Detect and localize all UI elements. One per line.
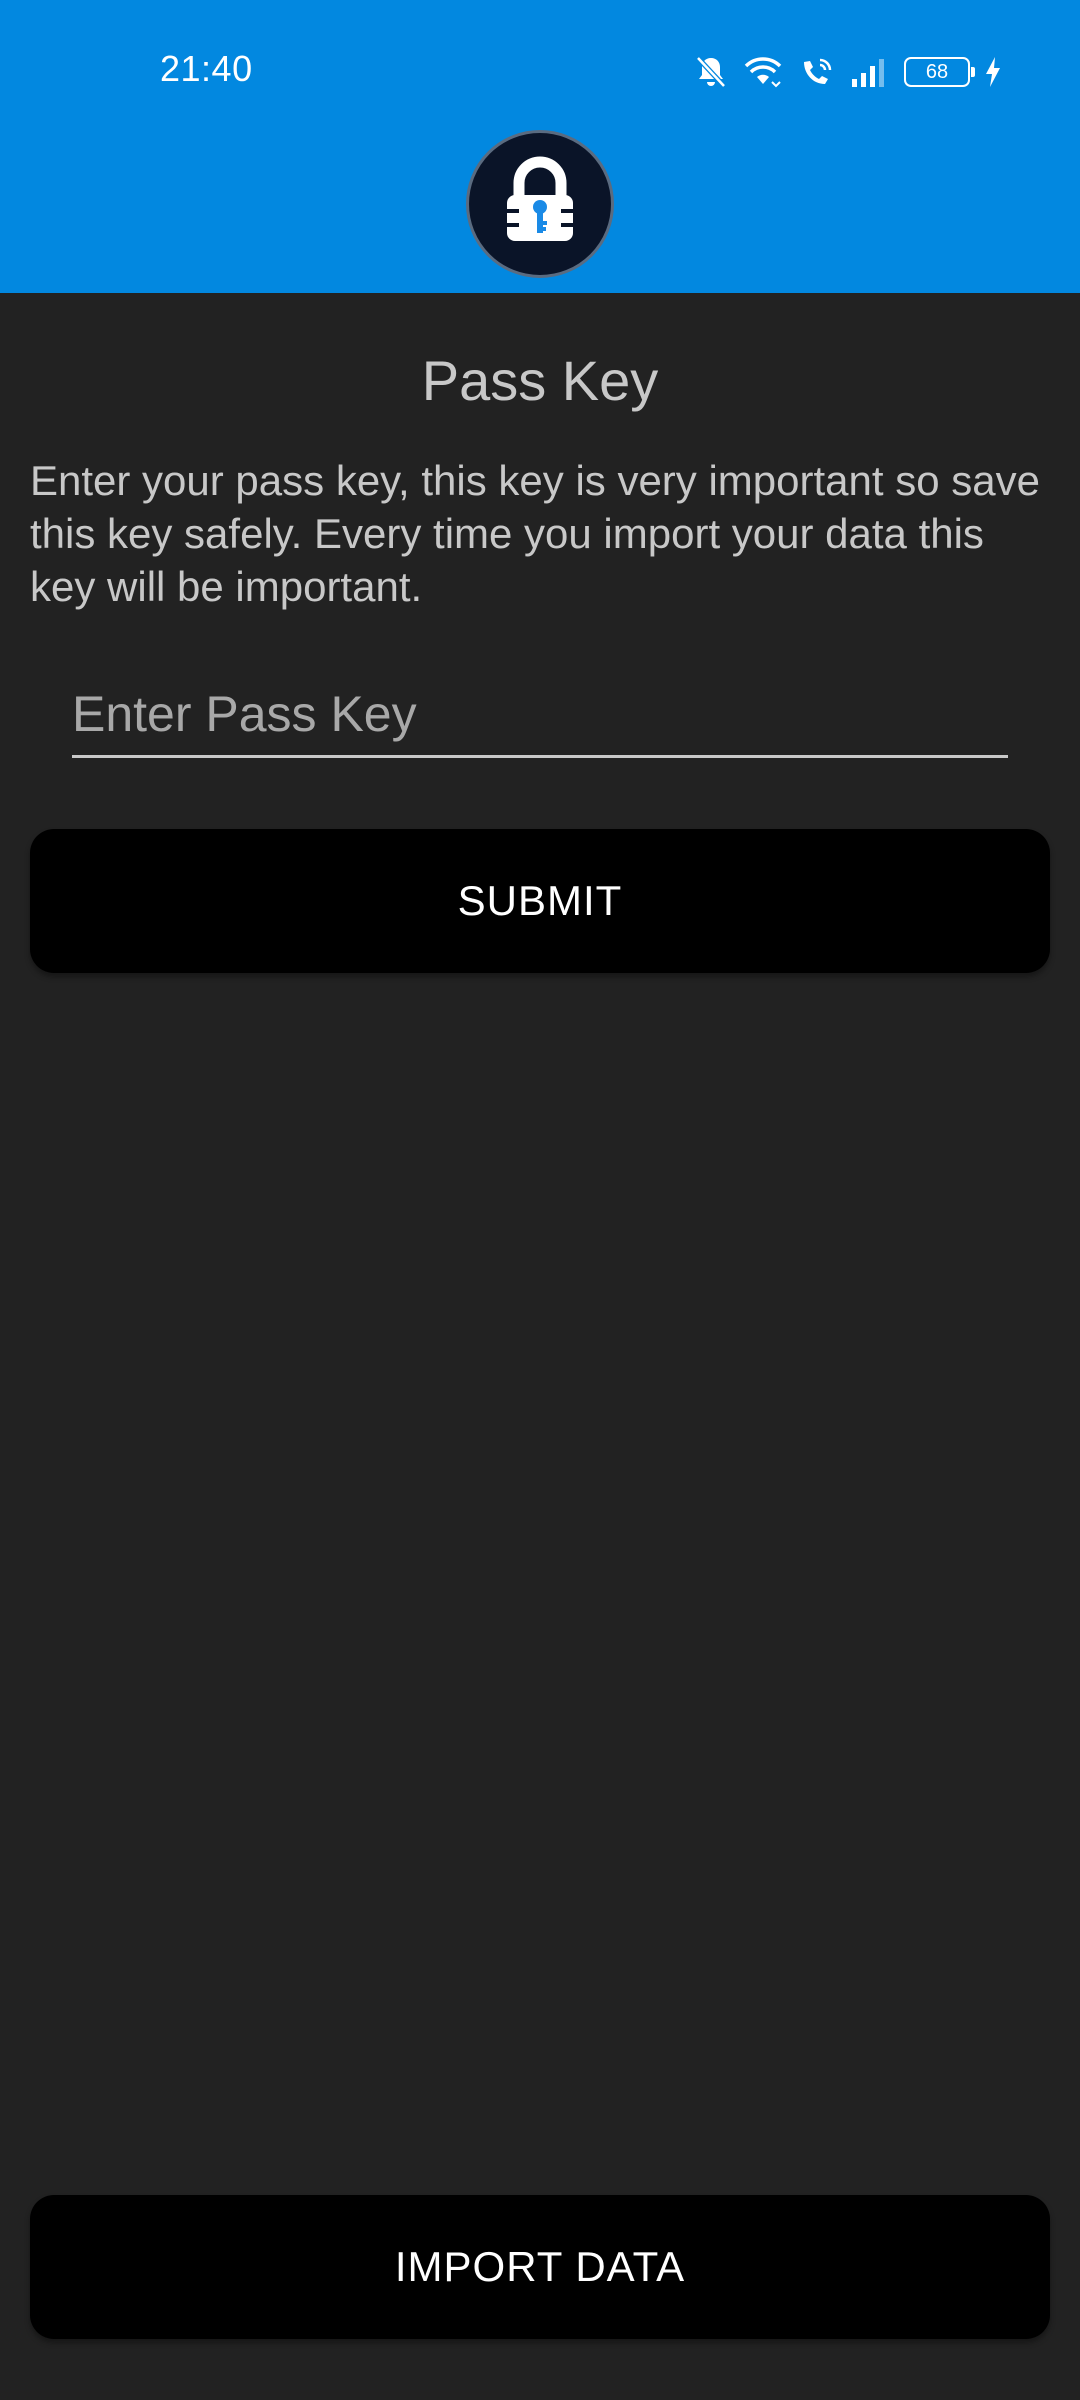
padlock-key-icon bbox=[485, 147, 595, 262]
status-bar: 21:40 68 bbox=[0, 0, 1080, 144]
app-logo bbox=[466, 130, 614, 278]
page-title: Pass Key bbox=[421, 349, 659, 412]
wifi-calling-icon bbox=[798, 54, 836, 90]
signal-icon bbox=[850, 55, 890, 89]
bell-off-icon bbox=[694, 54, 728, 90]
passkey-field bbox=[72, 676, 1008, 758]
battery-icon: 68 bbox=[904, 57, 975, 87]
app-header: 21:40 68 bbox=[0, 0, 1080, 293]
passkey-description: Enter your pass key, this key is very im… bbox=[30, 457, 1040, 610]
submit-button[interactable]: SUBMIT bbox=[30, 829, 1050, 973]
status-time: 21:40 bbox=[160, 48, 253, 89]
status-icons: 68 bbox=[694, 50, 1002, 94]
charging-icon bbox=[984, 56, 1002, 88]
passkey-input[interactable] bbox=[72, 676, 1008, 752]
import-data-button[interactable]: IMPORT DATA bbox=[30, 2195, 1050, 2339]
wifi-icon bbox=[742, 54, 784, 90]
battery-level: 68 bbox=[925, 61, 949, 83]
